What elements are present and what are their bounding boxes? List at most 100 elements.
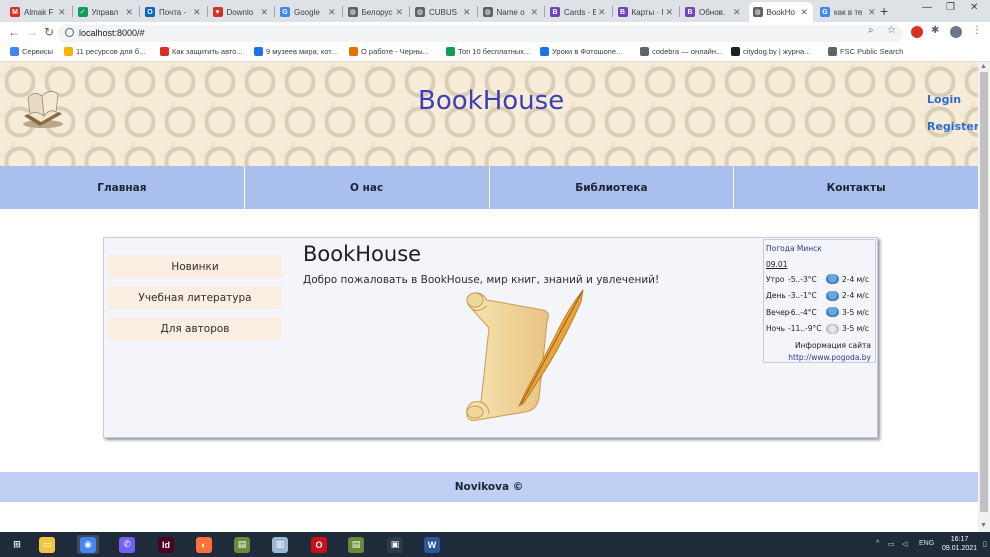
tab-close-icon[interactable]: ✕	[531, 7, 539, 18]
adblock-extension-icon[interactable]	[911, 26, 923, 38]
site-title[interactable]: BookHouse	[418, 86, 564, 116]
bookmark-favicon-icon	[828, 47, 837, 56]
browser-tab[interactable]: ◍ Name o ✕	[479, 2, 543, 22]
bookmark-item[interactable]: Как защитить авто...	[160, 47, 243, 56]
browser-tab[interactable]: M Almak F ✕	[6, 2, 70, 22]
taskbar-clock[interactable]: 16:17 09.01.2021	[942, 535, 977, 553]
extensions-puzzle-icon[interactable]: ✱	[931, 25, 939, 36]
taskbar-app-icon: ▤	[348, 536, 364, 553]
page-scrollbar[interactable]: ▲ ▼	[978, 62, 990, 532]
browser-tab[interactable]: ◍ CUBUS ✕	[411, 2, 475, 22]
bookmark-item[interactable]: codebra — онлайн...	[640, 47, 722, 56]
tab-close-icon[interactable]: ✕	[598, 7, 606, 18]
browser-tab[interactable]: ◍ BookHo ✕	[748, 2, 813, 22]
footer-copyright: Novikova ©	[454, 481, 524, 493]
tab-close-icon[interactable]: ✕	[463, 7, 471, 18]
sidebar-item-authors[interactable]: Для авторов	[108, 317, 282, 340]
bookmark-item[interactable]: citydog.by | журна...	[731, 47, 810, 56]
bookmark-item[interactable]: Сервисы	[10, 47, 53, 56]
browser-tab[interactable]: B Обнов. ✕	[681, 2, 745, 22]
bookmark-item[interactable]: Топ 10 бесплатных...	[446, 47, 530, 56]
taskbar-app[interactable]: ▣	[384, 535, 406, 554]
address-url[interactable]: localhost:8000/#	[79, 28, 145, 38]
taskbar-app[interactable]: ▤	[345, 535, 367, 554]
tab-close-icon[interactable]: ✕	[801, 7, 809, 18]
scroll-up-icon[interactable]: ▲	[980, 63, 987, 70]
browser-tab[interactable]: B Cards · E ✕	[546, 2, 610, 22]
nav-item-about[interactable]: О нас	[245, 166, 490, 209]
taskbar-word[interactable]: W	[421, 535, 443, 554]
info-icon[interactable]	[65, 28, 74, 37]
tab-title: Карты · I	[631, 7, 664, 17]
scroll-quill-illustration	[466, 289, 584, 421]
register-link[interactable]: Register	[927, 120, 979, 133]
new-tab-button[interactable]: +	[880, 3, 888, 19]
welcome-text: Добро пожаловать в BookHouse, мир книг, …	[303, 274, 660, 286]
nav-item-contacts[interactable]: Контакты	[734, 166, 978, 209]
weather-city-link[interactable]: Погода Минск	[766, 244, 822, 253]
tray-network-icon[interactable]: ▭	[888, 540, 895, 548]
browser-tab[interactable]: ◍ Белорус ✕	[344, 2, 408, 22]
taskbar-file-explorer[interactable]: ▭	[36, 535, 58, 554]
tab-close-icon[interactable]: ✕	[666, 7, 674, 18]
tab-close-icon[interactable]: ✕	[58, 7, 66, 18]
back-icon[interactable]: ←	[8, 25, 20, 39]
book-logo-icon[interactable]	[20, 86, 66, 132]
taskbar-chrome[interactable]: ◉	[77, 535, 99, 554]
login-link[interactable]: Login	[927, 93, 961, 106]
close-window-icon[interactable]: ✕	[970, 2, 978, 13]
browser-tab[interactable]: G Google ✕	[276, 2, 340, 22]
minimize-icon[interactable]: —	[922, 2, 932, 13]
tab-close-icon[interactable]: ✕	[193, 7, 201, 18]
bookmark-star-icon[interactable]: ☆	[887, 25, 896, 36]
cloud-icon	[826, 323, 839, 334]
tab-close-icon[interactable]: ✕	[126, 7, 134, 18]
weather-source-link[interactable]: http://www.pogoda.by	[788, 353, 871, 362]
bookmark-item[interactable]: 11 ресурсов для б...	[64, 47, 145, 56]
scrollbar-thumb[interactable]	[980, 72, 988, 512]
bookmark-favicon-icon	[540, 47, 549, 56]
taskbar-indesign[interactable]: Id	[155, 535, 177, 554]
weather-row: Утро -5..-3°C 2-4 м/с	[766, 273, 874, 285]
windows-taskbar: ^ ▭ ◁ ENG 16:17 09.01.2021 ▯ ⊞ ▭ ◉ ✆ Id ◐ ▤ ▥ O ▤…	[0, 532, 990, 557]
taskbar-start-button[interactable]: ⊞	[6, 535, 28, 554]
taskbar-app[interactable]: ▥	[269, 535, 291, 554]
reload-icon[interactable]: ↻	[44, 25, 54, 39]
taskbar-opera[interactable]: O	[308, 535, 330, 554]
bookmark-item[interactable]: 9 музеев мира, кот...	[254, 47, 337, 56]
tab-title: Google	[294, 7, 320, 17]
tab-title: CUBUS	[429, 7, 458, 17]
tab-close-icon[interactable]: ✕	[733, 7, 741, 18]
taskbar-firefox[interactable]: ◐	[193, 535, 215, 554]
scroll-down-icon[interactable]: ▼	[980, 522, 987, 529]
taskbar-opera-icon: O	[311, 536, 327, 553]
nav-item-home[interactable]: Главная	[0, 166, 245, 209]
sidebar-item-new[interactable]: Новинки	[108, 255, 282, 278]
bookmark-item[interactable]: О работе - Черны...	[349, 47, 429, 56]
nav-item-library[interactable]: Библиотека	[490, 166, 735, 209]
tab-close-icon[interactable]: ✕	[328, 7, 336, 18]
browser-tab[interactable]: Gкак в те ✕	[816, 2, 880, 22]
language-indicator[interactable]: ENG	[919, 540, 934, 547]
profile-avatar[interactable]	[950, 26, 962, 38]
sidebar-item-textbooks[interactable]: Учебная литература	[108, 286, 282, 309]
taskbar-app[interactable]: ▤	[231, 535, 253, 554]
browser-tab[interactable]: ♥ Downlo ✕	[209, 2, 273, 22]
bookmark-item[interactable]: FSC Public Search	[828, 47, 903, 56]
zoom-icon[interactable]: ⌕	[868, 25, 874, 36]
browser-tab[interactable]: O Почта - ✕	[141, 2, 205, 22]
browser-tab[interactable]: B Карты · I ✕	[614, 2, 678, 22]
tab-close-icon[interactable]: ✕	[868, 7, 876, 18]
notifications-icon[interactable]: ▯	[983, 540, 987, 548]
forward-icon[interactable]: →	[26, 25, 38, 39]
tray-volume-icon[interactable]: ◁	[902, 540, 907, 548]
tab-close-icon[interactable]: ✕	[261, 7, 269, 18]
tray-overflow-icon[interactable]: ^	[876, 540, 879, 547]
taskbar-viber[interactable]: ✆	[116, 535, 138, 554]
bookmark-item[interactable]: Уроки в Фотошопе...	[540, 47, 622, 56]
maximize-icon[interactable]: ❐	[946, 2, 955, 13]
address-bar[interactable]: localhost:8000/#	[57, 25, 903, 42]
browser-tab[interactable]: ✓ Управл ✕	[74, 2, 138, 22]
menu-kebab-icon[interactable]: ⋮	[972, 25, 982, 36]
tab-close-icon[interactable]: ✕	[396, 7, 404, 18]
